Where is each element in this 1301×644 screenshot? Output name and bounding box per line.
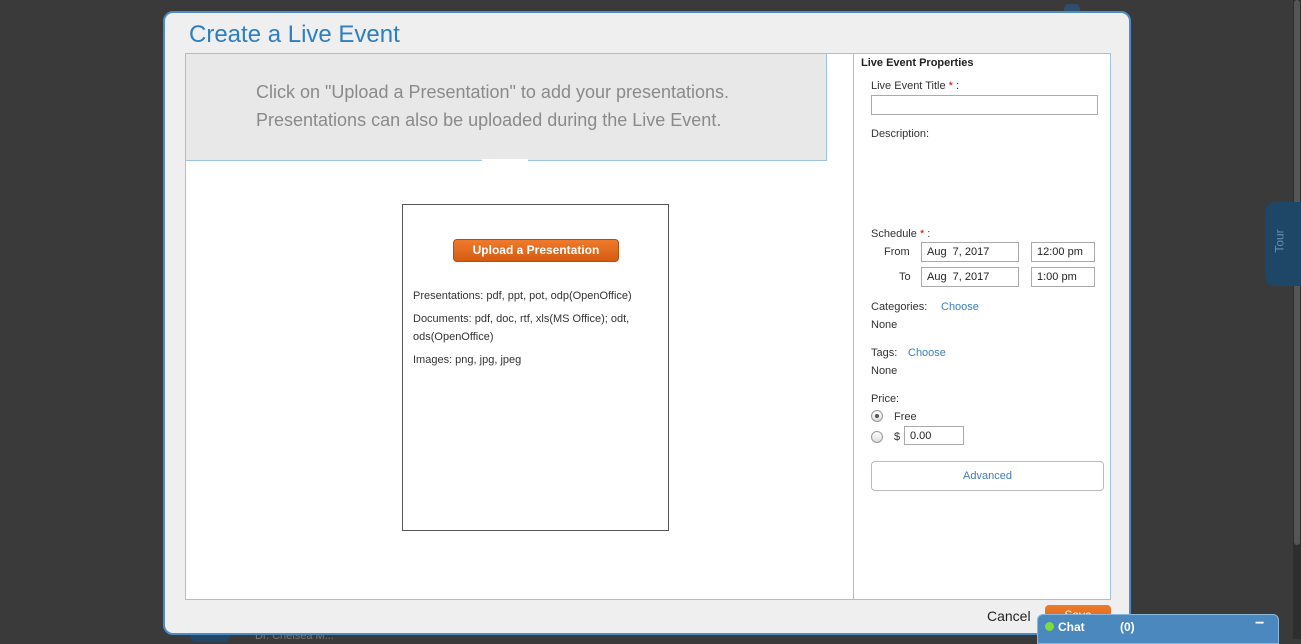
- price-paid-radio[interactable]: [871, 431, 883, 443]
- schedule-label-text: Schedule: [871, 228, 917, 240]
- info-line-2: Presentations can also be uploaded durin…: [256, 110, 722, 130]
- schedule-to-label: To: [899, 271, 911, 283]
- required-mark: *: [919, 228, 925, 240]
- schedule-label: Schedule * :: [871, 228, 930, 240]
- dialog-content: Click on "Upload a Presentation" to add …: [185, 53, 1111, 600]
- presentation-pane: Click on "Upload a Presentation" to add …: [186, 54, 853, 599]
- tags-value: None: [871, 365, 898, 377]
- schedule-from-label: From: [884, 246, 910, 258]
- event-title-label-text: Live Event Title: [871, 80, 946, 92]
- tags-choose-link[interactable]: Choose: [908, 347, 946, 359]
- info-line-1: Click on "Upload a Presentation" to add …: [256, 82, 730, 102]
- chat-minimize-icon[interactable]: −: [1255, 615, 1264, 633]
- label-colon: :: [927, 228, 931, 240]
- panel-tab-notch: [482, 159, 528, 163]
- tour-tab-label: Tour: [1272, 229, 1287, 253]
- properties-heading: Live Event Properties: [861, 57, 974, 69]
- tour-tab[interactable]: Tour: [1265, 202, 1301, 286]
- create-live-event-dialog: Create a Live Event Click on "Upload a P…: [163, 11, 1131, 635]
- presentation-formats-text: Presentations: pdf, ppt, pot, odp(OpenOf…: [413, 290, 632, 302]
- description-label: Description:: [871, 128, 930, 140]
- event-title-label: Live Event Title * :: [871, 80, 959, 92]
- categories-choose-link[interactable]: Choose: [941, 301, 979, 313]
- schedule-to-time[interactable]: [1031, 267, 1095, 287]
- price-label: Price:: [871, 393, 900, 405]
- upload-presentation-button[interactable]: Upload a Presentation: [453, 239, 619, 262]
- tags-label: Tags:: [871, 347, 898, 359]
- price-currency-symbol: $: [894, 431, 901, 443]
- chat-label: Chat: [1058, 620, 1085, 634]
- properties-pane: Live Event Properties Live Event Title *…: [853, 54, 1110, 599]
- schedule-from-time[interactable]: [1031, 242, 1095, 262]
- categories-value: None: [871, 319, 898, 331]
- required-mark: *: [948, 80, 953, 92]
- price-free-radio[interactable]: [871, 410, 883, 422]
- price-amount-input[interactable]: [904, 426, 964, 445]
- document-formats-text: Documents: pdf, doc, rtf, xls(MS Office)…: [413, 313, 630, 343]
- upload-area: Upload a Presentation Presentations: pdf…: [402, 204, 669, 531]
- chat-bar[interactable]: Chat (0) −: [1037, 614, 1279, 644]
- schedule-to-date[interactable]: [921, 267, 1019, 287]
- dialog-title: Create a Live Event: [189, 21, 400, 48]
- image-formats-text: Images: png, jpg, jpeg: [413, 354, 522, 366]
- chat-count: (0): [1120, 620, 1135, 634]
- price-free-label: Free: [894, 411, 917, 423]
- presentation-info-panel: Click on "Upload a Presentation" to add …: [186, 54, 827, 161]
- advanced-button[interactable]: Advanced: [871, 461, 1104, 491]
- page-scrollbar[interactable]: [1293, 0, 1301, 639]
- schedule-from-date[interactable]: [921, 242, 1019, 262]
- categories-label: Categories:: [871, 301, 928, 313]
- cancel-button[interactable]: Cancel: [987, 608, 1031, 624]
- chat-status-icon: [1045, 622, 1054, 631]
- event-title-input[interactable]: [871, 95, 1098, 115]
- label-colon: :: [956, 80, 960, 92]
